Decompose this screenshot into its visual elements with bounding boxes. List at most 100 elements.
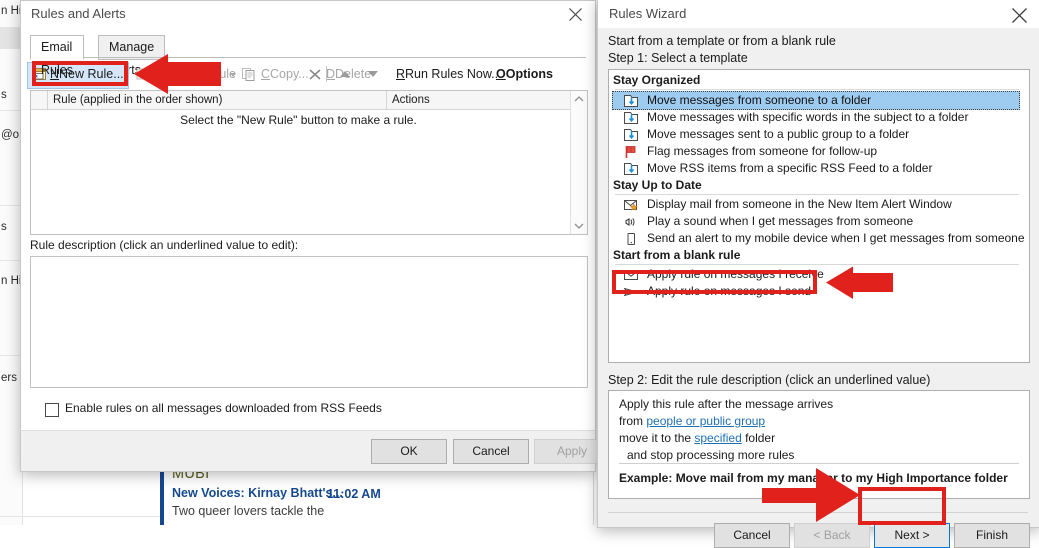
description-line-3-prefix: move it to the — [619, 431, 695, 445]
background-horizontal-divider — [0, 516, 160, 517]
template-list[interactable]: Stay Organized Move messages from someon… — [608, 69, 1030, 363]
background-divider — [0, 260, 22, 261]
scroll-up-icon[interactable] — [571, 91, 587, 107]
background-divider — [0, 355, 22, 356]
close-icon[interactable] — [1002, 2, 1036, 28]
background-text-fragment: @o — [1, 129, 20, 141]
background-selected-row — [0, 27, 22, 49]
specified-folder-link[interactable]: specified — [694, 431, 741, 445]
close-icon[interactable] — [559, 2, 593, 28]
people-or-public-group-link[interactable]: people or public group — [646, 414, 765, 428]
run-rules-now-button[interactable]: RRun Rules Now... — [396, 63, 502, 86]
enable-rss-rules-label: Enable rules on all messages downloaded … — [65, 401, 382, 415]
annotation-arrow-left-apply-rule — [820, 265, 895, 306]
rule-description-label: Rule description (click an underlined va… — [30, 238, 299, 252]
background-text-fragment: n Hi — [1, 5, 22, 17]
description-line-1: Apply this rule after the message arrive… — [619, 397, 834, 411]
template-move-messages-specific-words[interactable]: Move messages with specific words in the… — [613, 109, 1019, 126]
description-line-3: move it to the specified folder — [619, 431, 775, 445]
annotation-arrow-left-new-rule — [124, 52, 224, 102]
mobile-device-icon — [623, 231, 639, 247]
rules-alerts-footer: OK Cancel Apply — [21, 430, 610, 471]
description-line-3-suffix: folder — [741, 431, 776, 445]
template-label: Display mail from someone in the New Ite… — [647, 197, 952, 211]
rules-list-scrollbar[interactable] — [570, 91, 587, 234]
toolbar-separator — [326, 66, 327, 82]
template-label: Move messages from someone to a folder — [647, 93, 872, 107]
template-label: Move RSS items from a specific RSS Feed … — [647, 161, 933, 175]
description-divider — [619, 463, 1019, 464]
background-text-fragment: s — [1, 221, 7, 233]
folder-down-icon — [623, 110, 639, 126]
annotation-arrow-right-next — [760, 466, 865, 530]
rules-wizard-titlebar: Rules Wizard — [598, 0, 1039, 28]
rules-alerts-titlebar: Rules and Alerts — [21, 1, 595, 28]
rules-alerts-body: Email Rules Manage Alerts NNew Rule... C… — [21, 28, 610, 471]
description-line-2-prefix: from — [619, 414, 647, 428]
template-label: Move messages with specific words in the… — [647, 110, 969, 124]
wizard-finish-button[interactable]: Finish — [954, 523, 1030, 548]
group-divider — [615, 264, 1019, 265]
message-subject: New Voices: Kirnay Bhatt's... — [172, 486, 343, 500]
group-divider — [615, 89, 1019, 90]
message-list-item[interactable]: MUBI New Voices: Kirnay Bhatt's... Two q… — [172, 466, 343, 518]
annotation-box-next-button — [858, 487, 946, 525]
group-header-stay-organized: Stay Organized — [613, 73, 701, 87]
description-line-2: from people or public group — [619, 414, 765, 428]
folder-down-icon — [623, 93, 639, 109]
group-divider — [615, 194, 1019, 195]
tab-email-rules[interactable]: Email Rules — [30, 35, 84, 77]
run-rules-now-label: Run Rules Now... — [405, 67, 502, 81]
template-move-rss-items[interactable]: Move RSS items from a specific RSS Feed … — [613, 160, 1019, 177]
step2-label: Step 2: Edit the rule description (click… — [608, 373, 931, 387]
rules-list[interactable]: Rule (applied in the order shown) Action… — [30, 90, 588, 235]
rules-alerts-title: Rules and Alerts — [31, 6, 126, 21]
description-line-4: and stop processing more rules — [627, 448, 795, 462]
background-text-fragment: n Hi — [1, 275, 22, 287]
copy-icon — [242, 67, 257, 82]
red-flag-icon — [623, 144, 639, 160]
template-label: Move messages sent to a public group to … — [647, 127, 910, 141]
template-label: Play a sound when I get messages from so… — [647, 214, 914, 228]
template-label: Send an alert to my mobile device when I… — [647, 231, 1025, 245]
template-flag-messages-follow-up[interactable]: Flag messages from someone for follow-up — [613, 143, 1019, 160]
arrow-up-icon[interactable] — [340, 71, 350, 77]
options-button[interactable]: OOptions — [496, 63, 553, 86]
rules-wizard-dialog: Rules Wizard Start from a template or fr… — [597, 0, 1039, 548]
rule-description-box[interactable] — [30, 256, 588, 388]
column-actions: Actions — [386, 91, 572, 109]
copy-button: CCopy... — [261, 67, 309, 81]
arrow-down-icon[interactable] — [368, 71, 378, 77]
envelope-star-icon — [623, 197, 639, 213]
template-send-alert-mobile-device[interactable]: Send an alert to my mobile device when I… — [613, 230, 1025, 247]
background-divider — [0, 205, 22, 206]
copy-label: Copy... — [270, 67, 309, 81]
enable-rss-rules-checkbox[interactable] — [45, 403, 59, 417]
speaker-icon — [623, 214, 639, 230]
wizard-next-button[interactable]: Next > — [874, 523, 950, 548]
rules-list-header: Rule (applied in the order shown) Action… — [31, 91, 587, 110]
template-move-messages-from-someone[interactable]: Move messages from someone to a folder — [612, 91, 1020, 110]
template-play-a-sound[interactable]: Play a sound when I get messages from so… — [613, 213, 1019, 230]
wizard-heading: Start from a template or from a blank ru… — [608, 34, 836, 48]
group-header-stay-up-to-date: Stay Up to Date — [613, 178, 702, 192]
annotation-box-apply-rule-messages-i-send — [612, 270, 817, 294]
rules-wizard-title: Rules Wizard — [609, 6, 687, 21]
cancel-button[interactable]: Cancel — [453, 439, 529, 464]
step1-label: Step 1: Select a template — [608, 51, 748, 65]
template-display-mail-alert-window[interactable]: Display mail from someone in the New Ite… — [613, 196, 1019, 213]
rules-list-empty-message: Select the "New Rule" button to make a r… — [180, 113, 417, 127]
ok-button[interactable]: OK — [371, 439, 447, 464]
template-move-messages-public-group[interactable]: Move messages sent to a public group to … — [613, 126, 1019, 143]
tab-underline — [30, 57, 586, 58]
message-time: 11:02 AM — [327, 487, 381, 501]
background-text-fragment: s — [1, 89, 7, 101]
folder-down-icon — [623, 161, 639, 177]
scroll-down-icon[interactable] — [571, 218, 587, 234]
options-label: Options — [505, 67, 553, 81]
folder-down-icon — [623, 127, 639, 143]
delete-icon — [308, 67, 323, 82]
message-preview: Two queer lovers tackle the — [172, 504, 325, 518]
group-header-start-from-blank-rule: Start from a blank rule — [613, 248, 741, 262]
template-label: Flag messages from someone for follow-up — [647, 144, 878, 158]
